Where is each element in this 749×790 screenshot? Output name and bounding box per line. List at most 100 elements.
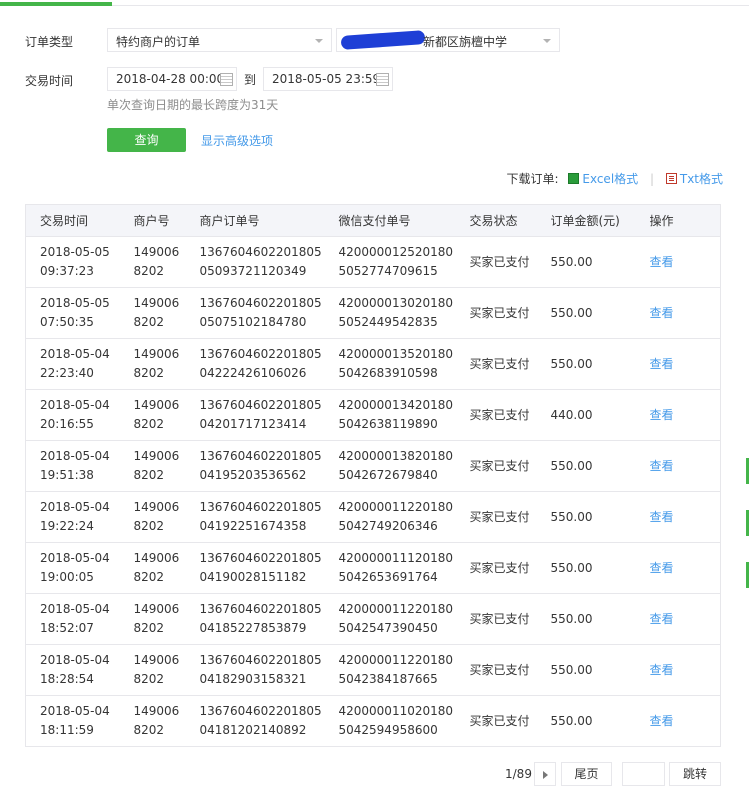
cell-wx-no: 4200000138201805042672679840 — [324, 440, 456, 492]
chevron-down-icon — [543, 39, 551, 43]
view-link[interactable]: 查看 — [635, 695, 721, 747]
cell-order-no: 136760460220180504181202140892 — [185, 695, 325, 747]
query-button[interactable]: 查询 — [107, 128, 186, 152]
header-amount: 订单金额(元) — [536, 204, 636, 237]
cell-trade-time: 2018-05-05 07:50:35 — [25, 287, 120, 339]
end-date-value: 2018-05-05 23:59: — [272, 72, 385, 86]
header-order-no: 商户订单号 — [185, 204, 325, 237]
view-link[interactable]: 查看 — [635, 542, 721, 594]
cell-order-no: 136760460220180504182903158321 — [185, 644, 325, 696]
cell-merchant-no: 1490068202 — [119, 287, 186, 339]
order-type-select[interactable]: 特约商户的订单 — [107, 28, 332, 52]
cell-order-no: 136760460220180505093721120349 — [185, 236, 325, 288]
separator: | — [649, 172, 655, 186]
cell-trade-time: 2018-05-04 19:00:05 — [25, 542, 120, 594]
cell-merchant-no: 1490068202 — [119, 695, 186, 747]
cell-merchant-no: 1490068202 — [119, 338, 186, 390]
table-row: 2018-05-04 18:28:54 1490068202 13676046022… — [25, 644, 721, 696]
calendar-icon[interactable] — [220, 73, 233, 86]
cell-amount: 550.00 — [536, 593, 636, 645]
cell-amount: 550.00 — [536, 695, 636, 747]
merchant-value: 新都区旃檀中学 — [423, 35, 508, 49]
txt-download-link[interactable]: Txt格式 — [665, 172, 723, 186]
cell-status: 买家已支付 — [455, 389, 537, 441]
start-date-input[interactable]: 2018-04-28 00:00: — [107, 67, 237, 91]
cell-trade-time: 2018-05-04 18:52:07 — [25, 593, 120, 645]
cell-trade-time: 2018-05-04 18:28:54 — [25, 644, 120, 696]
cell-order-no: 136760460220180504201717123414 — [185, 389, 325, 441]
cell-trade-time: 2018-05-04 19:22:24 — [25, 491, 120, 543]
orders-table: 交易时间 商户号 商户订单号 微信支付单号 交易状态 订单金额(元) 操作 20… — [25, 204, 721, 747]
cell-amount: 550.00 — [536, 542, 636, 594]
excel-icon — [568, 173, 580, 184]
cell-wx-no: 4200000112201805042547390450 — [324, 593, 456, 645]
cell-order-no: 136760460220180504190028151182 — [185, 542, 325, 594]
cell-wx-no: 4200000110201805042594958600 — [324, 695, 456, 747]
top-tab-bar — [0, 0, 749, 6]
cell-status: 买家已支付 — [455, 593, 537, 645]
view-link[interactable]: 查看 — [635, 389, 721, 441]
excel-download-link[interactable]: Excel格式 — [568, 172, 638, 186]
cell-amount: 550.00 — [536, 644, 636, 696]
trade-time-label: 交易时间 — [25, 74, 74, 88]
cell-merchant-no: 1490068202 — [119, 491, 186, 543]
table-header-row: 交易时间 商户号 商户订单号 微信支付单号 交易状态 订单金额(元) 操作 — [25, 204, 721, 237]
table-row: 2018-05-04 19:00:05 1490068202 13676046022… — [25, 542, 721, 594]
cell-amount: 550.00 — [536, 491, 636, 543]
table-row: 2018-05-04 19:22:24 1490068202 13676046022… — [25, 491, 721, 543]
cell-order-no: 136760460220180504222426106026 — [185, 338, 325, 390]
view-link[interactable]: 查看 — [635, 593, 721, 645]
header-action: 操作 — [635, 204, 721, 237]
end-date-input[interactable]: 2018-05-05 23:59: — [263, 67, 393, 91]
cell-amount: 550.00 — [536, 287, 636, 339]
cell-order-no: 136760460220180505075102184780 — [185, 287, 325, 339]
table-row: 2018-05-05 07:50:35 1490068202 13676046022… — [25, 287, 721, 339]
table-row: 2018-05-04 18:52:07 1490068202 13676046022… — [25, 593, 721, 645]
cell-merchant-no: 1490068202 — [119, 236, 186, 288]
cell-wx-no: 4200000112201805042749206346 — [324, 491, 456, 543]
page-jump-input[interactable] — [622, 762, 665, 786]
view-link[interactable]: 查看 — [635, 338, 721, 390]
cell-order-no: 136760460220180504185227853879 — [185, 593, 325, 645]
order-type-value: 特约商户的订单 — [116, 35, 201, 49]
cell-merchant-no: 1490068202 — [119, 389, 186, 441]
view-link[interactable]: 查看 — [635, 236, 721, 288]
calendar-icon[interactable] — [376, 73, 389, 86]
order-type-label: 订单类型 — [25, 35, 74, 49]
date-range-hint: 单次查询日期的最长跨度为31天 — [107, 98, 279, 112]
cell-order-no: 136760460220180504195203536562 — [185, 440, 325, 492]
page-info: 1/89 — [505, 767, 532, 781]
header-trade-time: 交易时间 — [25, 204, 120, 237]
merchant-select[interactable]: 新都区旃檀中学 — [336, 28, 560, 52]
advanced-options-link[interactable]: 显示高级选项 — [201, 132, 273, 149]
table-row: 2018-05-05 09:37:23 1490068202 13676046022… — [25, 236, 721, 288]
cell-status: 买家已支付 — [455, 236, 537, 288]
cell-trade-time: 2018-05-04 19:51:38 — [25, 440, 120, 492]
view-link[interactable]: 查看 — [635, 644, 721, 696]
cell-wx-no: 4200000130201805052449542835 — [324, 287, 456, 339]
jump-button[interactable]: 跳转 — [669, 762, 721, 786]
header-status: 交易状态 — [455, 204, 537, 237]
cell-amount: 550.00 — [536, 236, 636, 288]
cell-wx-no: 4200000112201805042384187665 — [324, 644, 456, 696]
cell-amount: 440.00 — [536, 389, 636, 441]
cell-wx-no: 4200000125201805052774709615 — [324, 236, 456, 288]
cell-wx-no: 4200000134201805042638119890 — [324, 389, 456, 441]
view-link[interactable]: 查看 — [635, 287, 721, 339]
last-page-button[interactable]: 尾页 — [561, 762, 612, 786]
cell-trade-time: 2018-05-05 09:37:23 — [25, 236, 120, 288]
cell-merchant-no: 1490068202 — [119, 593, 186, 645]
table-row: 2018-05-04 20:16:55 1490068202 13676046022… — [25, 389, 721, 441]
next-page-button[interactable] — [534, 762, 556, 786]
view-link[interactable]: 查看 — [635, 440, 721, 492]
excel-label: Excel格式 — [582, 172, 639, 186]
cell-status: 买家已支付 — [455, 338, 537, 390]
redaction-mark — [340, 30, 426, 50]
cell-status: 买家已支付 — [455, 695, 537, 747]
active-tab-indicator — [0, 2, 112, 6]
cell-status: 买家已支付 — [455, 644, 537, 696]
header-merchant-no: 商户号 — [119, 204, 186, 237]
txt-icon — [665, 173, 677, 184]
view-link[interactable]: 查看 — [635, 491, 721, 543]
header-wx-no: 微信支付单号 — [324, 204, 456, 237]
